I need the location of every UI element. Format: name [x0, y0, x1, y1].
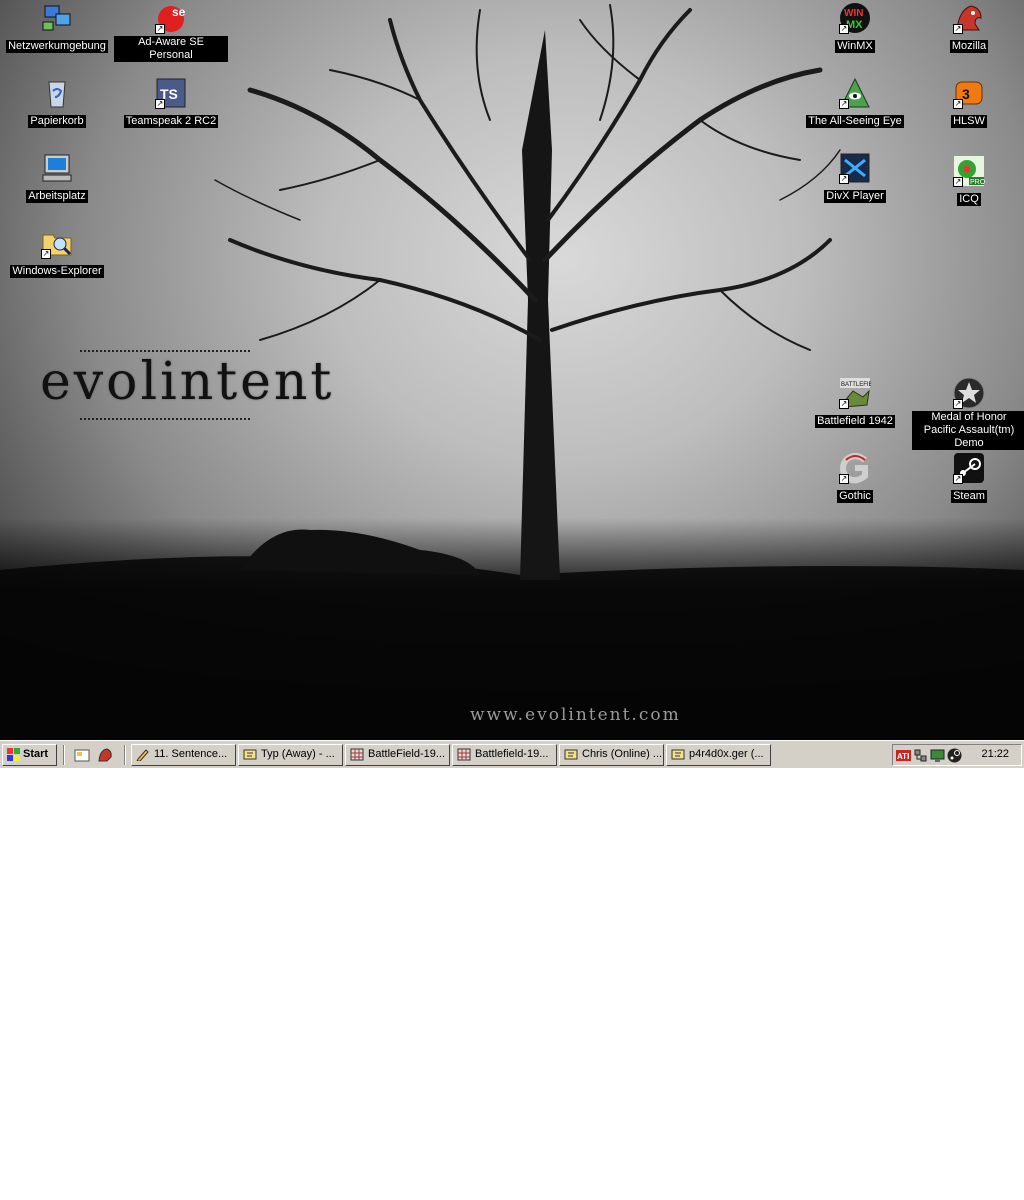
icon-label: Steam	[951, 490, 987, 503]
adaware-icon: se ↗	[155, 5, 186, 34]
teamspeak-icon: TS ↗	[155, 77, 187, 109]
desktop-icon-icq[interactable]: PRO ↗ ICQ	[912, 155, 1024, 207]
desktop-icon-netzwerkumgebung[interactable]: Netzwerkumgebung	[0, 2, 114, 54]
chat-icon	[671, 748, 685, 761]
steam-tray-icon[interactable]	[947, 748, 962, 763]
desktop-icon-steam[interactable]: ↗ Steam	[912, 452, 1024, 504]
system-tray: ATI 21:22	[892, 744, 1022, 766]
icon-label: HLSW	[951, 115, 987, 128]
desktop-icon-arbeitsplatz[interactable]: Arbeitsplatz	[0, 152, 114, 204]
taskbar-button[interactable]: Typ (Away) - ...	[238, 744, 343, 766]
computer-icon	[41, 152, 73, 184]
icon-label: ICQ	[957, 193, 981, 206]
app-grid-icon	[457, 748, 471, 761]
taskbar-button[interactable]: BattleField-19...	[345, 744, 450, 766]
taskbar-button[interactable]: 11. Sentence...	[131, 744, 236, 766]
svg-text:se: se	[172, 5, 186, 19]
all-seeing-eye-icon: ↗	[839, 77, 871, 109]
taskbar-button-label: BattleField-19...	[368, 748, 446, 760]
taskbar-button[interactable]: p4r4d0x.ger (...	[666, 744, 771, 766]
taskbar-button-label: Battlefield-19...	[475, 748, 549, 760]
svg-text:PRO: PRO	[970, 179, 985, 186]
network-tray-icon[interactable]	[913, 748, 928, 763]
icon-label: Mozilla	[949, 40, 989, 53]
divx-icon: ↗	[839, 152, 871, 184]
pencil-icon	[136, 748, 150, 762]
desktop-icon-gothic[interactable]: ↗ Gothic	[798, 452, 912, 504]
icon-label: The All-Seeing Eye	[806, 115, 904, 128]
icon-label: Papierkorb	[28, 115, 86, 128]
desktop-icon-battlefield-1942[interactable]: BATTLEFIELD ↗ Battlefield 1942	[798, 377, 912, 429]
steam-icon: ↗	[953, 452, 985, 484]
icon-label: Windows-Explorer	[10, 265, 104, 278]
icon-label: WinMX	[835, 40, 875, 53]
logo-ornament	[80, 418, 250, 434]
desktop-icon-ad-aware[interactable]: se ↗ Ad-Aware SE Personal	[114, 2, 228, 63]
recycle-bin-icon	[41, 77, 73, 109]
desktop-icon-papierkorb[interactable]: Papierkorb	[0, 77, 114, 129]
svg-text:ATI: ATI	[897, 752, 909, 761]
svg-text:WIN: WIN	[844, 8, 863, 19]
icon-label: Arbeitsplatz	[26, 190, 88, 203]
desktop-icon-all-seeing-eye[interactable]: ↗ The All-Seeing Eye	[798, 77, 912, 129]
icon-label: Gothic	[837, 490, 873, 503]
taskbar-button-label: Typ (Away) - ...	[261, 748, 335, 760]
desktop-icon-divx[interactable]: ↗ DivX Player	[798, 152, 912, 204]
taskbar-button-label: p4r4d0x.ger (...	[689, 748, 764, 760]
taskbar-button-label: 11. Sentence...	[154, 748, 228, 760]
icq-icon: PRO ↗	[953, 155, 986, 187]
icon-label: DivX Player	[824, 190, 886, 203]
gothic-icon: ↗	[839, 452, 871, 484]
app-grid-icon	[350, 748, 364, 761]
wallpaper-logo: evolintent	[40, 352, 335, 412]
desktop-icon-winmx[interactable]: WIN MX ↗ WinMX	[798, 2, 912, 54]
desktop-icon-teamspeak[interactable]: TS ↗ Teamspeak 2 RC2	[114, 77, 228, 129]
svg-text:BATTLEFIELD: BATTLEFIELD	[841, 382, 871, 388]
chat-icon	[243, 748, 257, 761]
wallpaper-website: www.evolintent.com	[470, 705, 681, 725]
hlsw-icon: 3 ↗	[953, 77, 985, 109]
winmx-icon: WIN MX ↗	[839, 2, 871, 34]
start-label: Start	[23, 748, 49, 760]
icon-label: Battlefield 1942	[815, 415, 895, 428]
chat-icon	[564, 748, 578, 761]
icon-label: Netzwerkumgebung	[6, 40, 108, 53]
desktop-icon-medal-of-honor[interactable]: ↗ Medal of Honor Pacific Assault(tm) Dem…	[912, 377, 1024, 451]
icon-label: Teamspeak 2 RC2	[123, 115, 219, 128]
desktop-icon-hlsw[interactable]: 3 ↗ HLSW	[912, 77, 1024, 129]
icon-label: Ad-Aware SE Personal	[114, 36, 228, 62]
mozilla-icon: ↗	[953, 2, 985, 34]
clock[interactable]: 21:22	[981, 748, 1009, 760]
svg-text:3: 3	[962, 86, 970, 102]
explorer-icon: ↗	[41, 227, 73, 259]
desktop-icon-windows-explorer[interactable]: ↗ Windows-Explorer	[0, 227, 114, 279]
display-tray-icon[interactable]	[930, 748, 945, 763]
quicklaunch-app-icon[interactable]	[97, 747, 113, 763]
icon-label: Medal of Honor Pacific Assault(tm) Demo	[912, 411, 1024, 450]
taskbar-button[interactable]: Chris (Online) ...	[559, 744, 664, 766]
battlefield-icon: BATTLEFIELD ↗	[839, 377, 881, 409]
ati-icon[interactable]: ATI	[896, 748, 911, 763]
taskbar-button[interactable]: Battlefield-19...	[452, 744, 557, 766]
desktop-icon-mozilla[interactable]: ↗ Mozilla	[912, 2, 1024, 54]
desktop[interactable]: evolintent www.evolintent.com Netzwerkum…	[0, 0, 1024, 740]
network-icon	[41, 2, 73, 34]
windows-logo-icon	[7, 748, 21, 761]
taskbar: Start 11. Sentence... Typ (Away) - ... B…	[0, 740, 1024, 768]
start-button[interactable]: Start	[2, 744, 57, 766]
taskbar-separator	[124, 745, 126, 765]
taskbar-separator	[63, 745, 65, 765]
show-desktop-icon[interactable]	[74, 747, 90, 763]
medal-of-honor-icon: ↗	[953, 377, 985, 409]
taskbar-button-label: Chris (Online) ...	[582, 748, 663, 760]
